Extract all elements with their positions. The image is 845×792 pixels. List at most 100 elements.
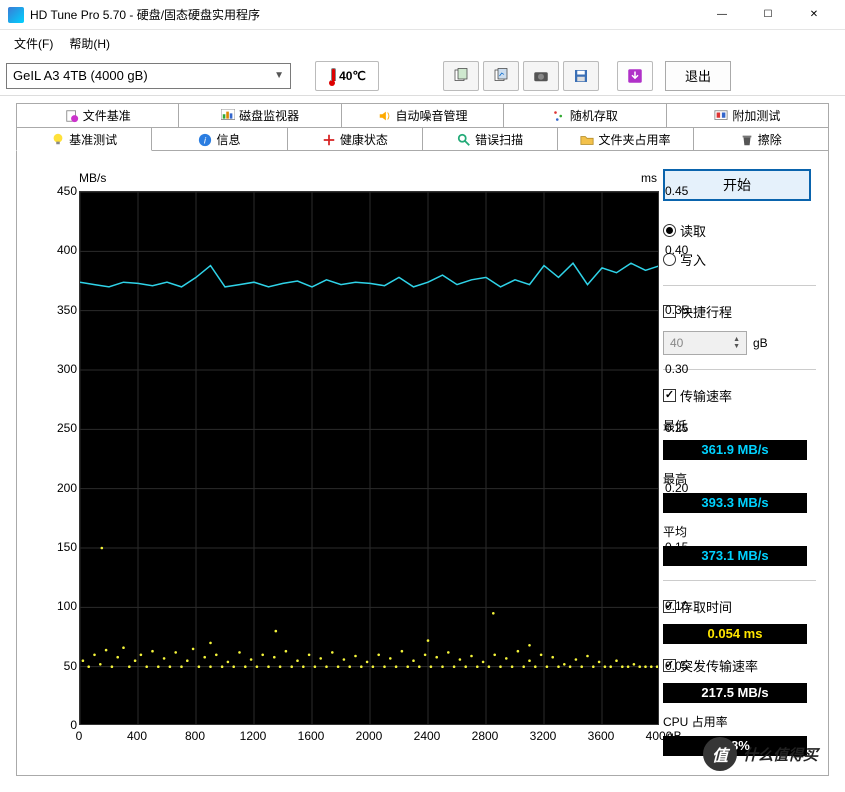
y2-tick: 0.10: [665, 599, 688, 613]
tab-random-access[interactable]: 随机存取: [504, 103, 666, 127]
y1-tick: 250: [47, 421, 77, 435]
burst-rate-value: 217.5 MB/s: [663, 683, 807, 703]
y1-tick: 450: [47, 184, 77, 198]
magnifier-icon: [457, 133, 471, 147]
tab-health[interactable]: 健康状态: [288, 127, 423, 151]
toolbar: GeIL A3 4TB (4000 gB) ▼ 40℃ 退出: [0, 56, 845, 96]
x-tick: 2000: [356, 729, 383, 743]
thermometer-icon: [328, 66, 336, 86]
bulb-icon: [51, 132, 65, 146]
x-unit-label: gB: [667, 729, 682, 743]
trash-icon: [740, 133, 754, 147]
speaker-icon: [378, 109, 392, 123]
watermark: 值 什么值得买: [703, 737, 818, 771]
tab-info[interactable]: i信息: [152, 127, 287, 151]
chart-svg: [80, 192, 658, 724]
screenshot-button[interactable]: [523, 61, 559, 91]
tab-aam[interactable]: 自动噪音管理: [342, 103, 504, 127]
download-icon: [626, 67, 644, 85]
y2-tick: 0.40: [665, 243, 688, 257]
extra-tests-icon: [714, 109, 728, 123]
copy-text-icon: [452, 67, 470, 85]
floppy-icon: [572, 67, 590, 85]
y1-tick: 400: [47, 243, 77, 257]
x-tick: 2800: [472, 729, 499, 743]
window-title: HD Tune Pro 5.70 - 硬盘/固态硬盘实用程序: [30, 6, 699, 23]
y1-tick: 200: [47, 481, 77, 495]
minimize-button[interactable]: —: [699, 0, 745, 30]
exit-button[interactable]: 退出: [665, 61, 731, 91]
x-tick: 1200: [240, 729, 267, 743]
drive-select[interactable]: GeIL A3 4TB (4000 gB) ▼: [6, 63, 291, 89]
y2-tick: 0.45: [665, 184, 688, 198]
tab-row-upper: 文件基准 磁盘监视器 自动噪音管理 随机存取 附加测试: [0, 102, 845, 126]
x-tick: 3600: [588, 729, 615, 743]
temperature-display: 40℃: [315, 61, 379, 91]
x-tick: 2400: [414, 729, 441, 743]
camera-icon: [532, 67, 550, 85]
file-benchmark-icon: [65, 109, 79, 123]
cpu-label: CPU 占用率: [663, 713, 816, 730]
x-tick: 0: [76, 729, 83, 743]
watermark-icon: 值: [703, 737, 737, 771]
save-button[interactable]: [563, 61, 599, 91]
maximize-button[interactable]: ☐: [745, 0, 791, 30]
menu-bar: 文件(F) 帮助(H): [0, 30, 845, 56]
avg-label: 平均: [663, 523, 816, 540]
copy-chart-icon: [492, 67, 510, 85]
tab-extra-tests[interactable]: 附加测试: [667, 103, 829, 127]
y2-tick: 0.25: [665, 421, 688, 435]
y2-axis-label: ms: [641, 171, 657, 185]
short-stroke-spinner[interactable]: 40▲▼: [663, 331, 747, 355]
y1-tick: 50: [47, 659, 77, 673]
chart-area: MB/s ms 0501001502002503003504004500.050…: [29, 169, 649, 767]
drive-select-text: GeIL A3 4TB (4000 gB): [13, 68, 148, 83]
temperature-value: 40℃: [339, 69, 366, 83]
access-time-value: 0.054 ms: [663, 624, 807, 644]
transfer-rate-label: 传输速率: [680, 386, 732, 405]
menu-file[interactable]: 文件(F): [6, 33, 61, 54]
tab-folder-usage[interactable]: 文件夹占用率: [558, 127, 693, 151]
download-button[interactable]: [617, 61, 653, 91]
folder-icon: [580, 133, 594, 147]
gb-unit: gB: [753, 336, 768, 350]
y1-tick: 350: [47, 303, 77, 317]
benchmark-panel: MB/s ms 0 50 100 150 200 250 300 350 400 450 0.05 0…: [16, 150, 829, 776]
health-icon: [322, 133, 336, 147]
transfer-rate-checkbox[interactable]: [663, 389, 676, 402]
max-value: 393.3 MB/s: [663, 493, 807, 513]
spinner-buttons[interactable]: ▲▼: [733, 336, 740, 350]
title-bar: HD Tune Pro 5.70 - 硬盘/固态硬盘实用程序 — ☐ ✕: [0, 0, 845, 30]
tab-row-lower: 基准测试 i信息 健康状态 错误扫描 文件夹占用率 擦除: [0, 126, 845, 150]
y1-tick: 0: [47, 718, 77, 732]
copy-info-button[interactable]: [443, 61, 479, 91]
y2-tick: 0.15: [665, 540, 688, 554]
burst-rate-label: 突发传输速率: [680, 656, 758, 675]
info-icon: i: [198, 133, 212, 147]
tab-error-scan[interactable]: 错误扫描: [423, 127, 558, 151]
menu-help[interactable]: 帮助(H): [61, 33, 118, 54]
tab-disk-monitor[interactable]: 磁盘监视器: [179, 103, 341, 127]
side-panel: 开始 读取 写入 快捷行程 40▲▼ gB 传输速率 最低 361.9 MB/s…: [649, 169, 816, 767]
close-button[interactable]: ✕: [791, 0, 837, 30]
app-icon: [8, 7, 24, 23]
read-radio[interactable]: [663, 224, 676, 237]
tab-erase[interactable]: 擦除: [694, 127, 829, 151]
y2-tick: 0.05: [665, 659, 688, 673]
y1-tick: 300: [47, 362, 77, 376]
tab-benchmark[interactable]: 基准测试: [16, 127, 152, 151]
x-tick: 800: [185, 729, 205, 743]
watermark-text: 什么值得买: [743, 744, 818, 765]
y2-tick: 0.20: [665, 481, 688, 495]
y1-tick: 150: [47, 540, 77, 554]
y2-tick: 0.35: [665, 303, 688, 317]
y1-axis-label: MB/s: [79, 171, 106, 185]
read-label: 读取: [680, 221, 706, 240]
monitor-icon: [221, 109, 235, 123]
chart-plot-box: [79, 191, 659, 725]
random-icon: [552, 109, 566, 123]
copy-results-button[interactable]: [483, 61, 519, 91]
min-value: 361.9 MB/s: [663, 440, 807, 460]
y1-tick: 100: [47, 599, 77, 613]
tab-file-benchmark[interactable]: 文件基准: [16, 103, 179, 127]
